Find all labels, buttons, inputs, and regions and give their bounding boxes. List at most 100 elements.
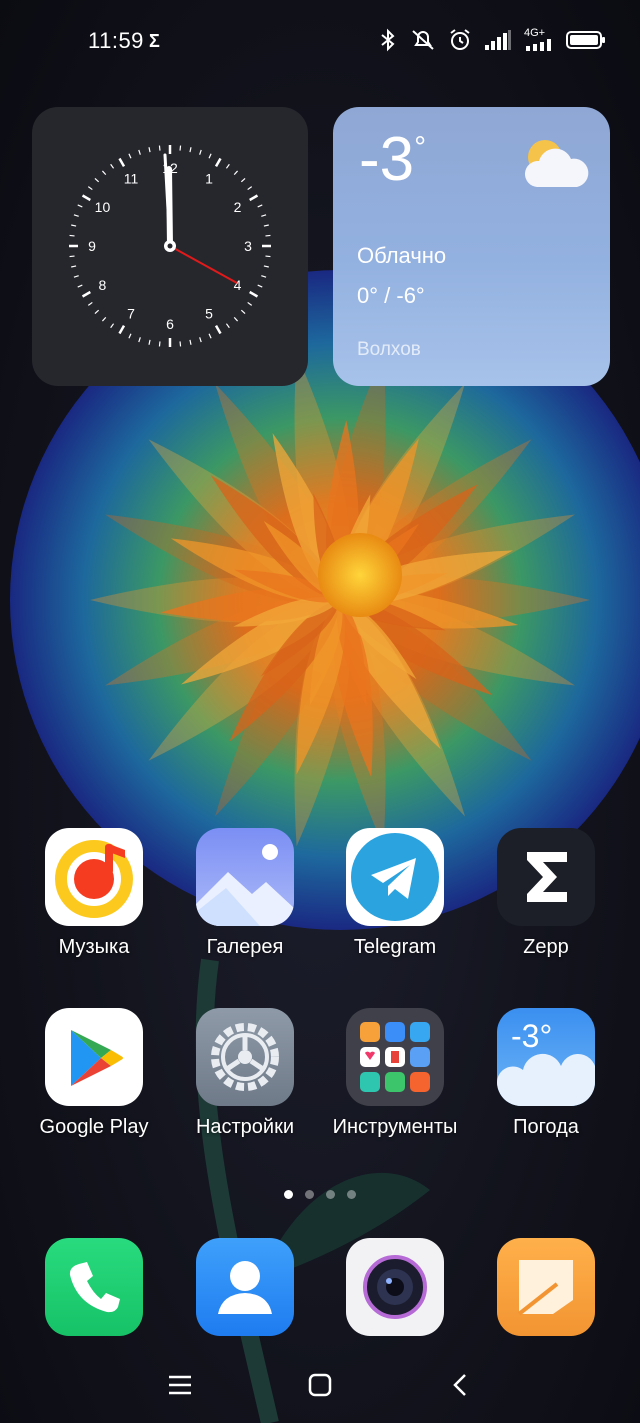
app-gallery[interactable]: Галерея (170, 828, 320, 959)
clock-tick (257, 284, 263, 288)
bluetooth-icon (381, 28, 395, 52)
clock-tick (118, 325, 126, 335)
clock-tick (265, 255, 271, 258)
clock-tick (208, 153, 212, 159)
app-label: Музыка (58, 936, 130, 958)
clock-tick (208, 333, 212, 339)
dock-contacts[interactable] (170, 1238, 320, 1336)
app-zepp[interactable]: Zepp (471, 828, 621, 959)
clock-tick (265, 234, 271, 237)
clock-number: 11 (124, 170, 139, 186)
music-icon (45, 828, 143, 926)
page-dot-1[interactable] (284, 1190, 293, 1199)
clock-tick (240, 177, 246, 183)
app-music[interactable]: Музыка (19, 828, 169, 959)
battery-icon (566, 31, 605, 49)
clock-tick (73, 214, 79, 217)
clock-number: 4 (234, 277, 242, 293)
dock-phone[interactable] (19, 1238, 169, 1336)
app-telegram[interactable]: Telegram (320, 828, 470, 959)
app-weather[interactable]: -3° Погода (471, 1008, 621, 1139)
clock-tick (101, 316, 107, 322)
clock-tick (225, 323, 230, 329)
clock-tick (138, 337, 141, 343)
clock-tick (101, 170, 107, 176)
menu-button[interactable] (150, 1360, 210, 1410)
clock-tick (71, 224, 77, 227)
home-icon (308, 1373, 332, 1397)
page-indicator[interactable] (278, 1186, 362, 1204)
weather-range: 0° / -6° (357, 283, 425, 308)
home-button[interactable] (290, 1360, 350, 1410)
clock-number: 5 (205, 306, 213, 322)
degree-symbol: ° (414, 131, 427, 164)
analog-clock: 121234567891011 (69, 145, 271, 347)
navigation-bar (0, 1358, 640, 1414)
status-time: 11:59 (88, 28, 144, 53)
clock-tick (87, 301, 93, 306)
app-google-play[interactable]: Google Play (19, 1008, 169, 1139)
clock-tick (263, 224, 269, 227)
clock-tick (69, 255, 75, 258)
dock-camera[interactable] (320, 1238, 470, 1336)
clock-tick (81, 290, 91, 298)
page-dot-3[interactable] (326, 1190, 335, 1199)
clock-tick (214, 157, 222, 167)
clock-number: 6 (166, 316, 174, 332)
clock-widget[interactable]: 121234567891011 (32, 107, 308, 386)
clock-number: 1 (205, 170, 213, 186)
clock-tick (199, 337, 202, 343)
clock-tick (110, 323, 115, 329)
clock-tick (225, 163, 230, 169)
back-icon (453, 1374, 466, 1396)
alarm-icon (450, 29, 470, 50)
clock-tick (77, 204, 83, 208)
app-label: Погода (513, 1116, 579, 1138)
back-button[interactable] (430, 1360, 490, 1410)
clock-tick (87, 186, 93, 191)
page-dot-4[interactable] (347, 1190, 356, 1199)
clock-tick (94, 309, 100, 315)
contacts-icon (196, 1238, 294, 1336)
clock-tick (110, 163, 115, 169)
clock-number: 8 (99, 277, 107, 293)
zepp-notification-icon: Σ (149, 31, 160, 51)
app-label: Zepp (523, 936, 569, 958)
clock-tick (233, 316, 239, 322)
weather-widget[interactable]: -3° Облачно 0° / -6° Волхов (333, 107, 610, 386)
clock-tick (257, 204, 263, 208)
second-hand (169, 245, 238, 284)
clock-tick (240, 309, 246, 315)
app-label: Инструменты (332, 1116, 458, 1138)
app-label: Галерея (206, 936, 284, 958)
clock-tick (148, 147, 151, 153)
status-icons: 4G+ (378, 27, 606, 52)
clock-number: 3 (244, 238, 252, 254)
app-label: Telegram (353, 936, 437, 958)
clock-tick (158, 145, 161, 151)
clock-tick (249, 290, 259, 298)
clock-tick (199, 149, 202, 155)
clock-tick (94, 177, 100, 183)
dock-notes[interactable] (471, 1238, 621, 1336)
clock-tick (158, 341, 161, 347)
page-dot-2[interactable] (305, 1190, 314, 1199)
clock-tick (128, 333, 132, 339)
weather-condition: Облачно (357, 243, 447, 268)
partly-cloudy-icon (524, 140, 589, 187)
clock-tick (148, 339, 151, 345)
clock-tick (71, 265, 77, 268)
notes-icon (497, 1238, 595, 1336)
app-settings[interactable]: Настройки (170, 1008, 320, 1139)
clock-tick (189, 339, 192, 345)
tools-folder-icon (346, 1008, 444, 1106)
app-tools-folder[interactable]: Инструменты (320, 1008, 470, 1139)
zepp-icon (497, 828, 595, 926)
status-bar: 11:59 Σ 4G+ (0, 0, 640, 84)
gallery-icon (196, 828, 294, 926)
clock-tick (118, 157, 126, 167)
clock-tick (263, 265, 269, 268)
clock-tick (128, 153, 132, 159)
weather-app-temp: -3° (511, 1018, 553, 1054)
clock-tick (179, 341, 182, 347)
